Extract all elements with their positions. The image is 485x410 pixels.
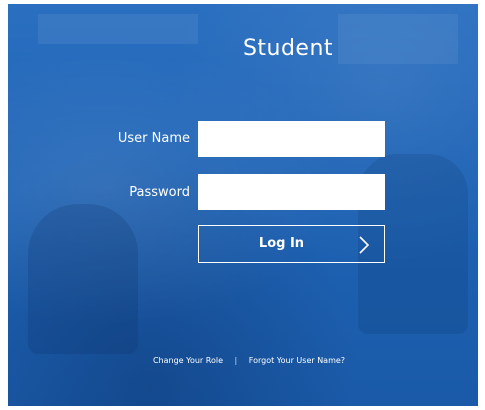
forgot-username-link[interactable]: Forgot Your User Name? [249, 356, 345, 365]
username-input[interactable] [198, 121, 385, 157]
password-label: Password [129, 185, 190, 200]
page-title: Student [242, 36, 334, 61]
footer-links: Change Your Role | Forgot Your User Name… [8, 356, 478, 365]
login-button[interactable]: Log In [198, 225, 385, 263]
footer-separator: | [234, 356, 238, 365]
background-shape [28, 204, 138, 354]
username-label: User Name [117, 131, 190, 146]
chevron-right-icon [359, 236, 370, 254]
login-button-label: Log In [258, 236, 305, 251]
login-panel: Student User Name Password Log In Change… [8, 4, 478, 406]
change-role-link[interactable]: Change Your Role [153, 356, 223, 365]
password-input[interactable] [198, 174, 385, 210]
